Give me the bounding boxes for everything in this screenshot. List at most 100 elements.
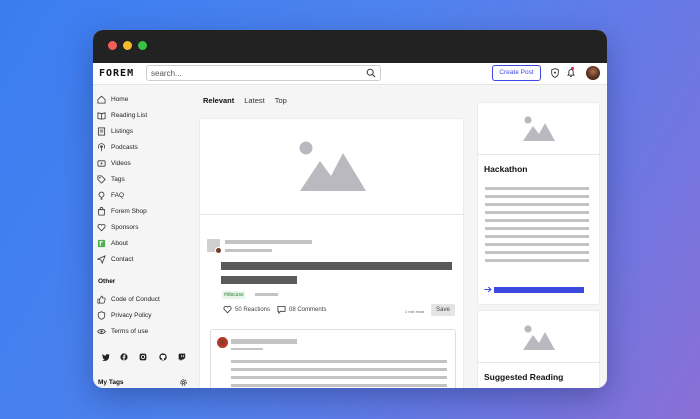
post-date-placeholder [225,249,272,252]
video-icon [97,159,106,167]
sidebar-item-reading-list[interactable]: Reading List [97,109,192,121]
gear-icon[interactable] [179,378,188,387]
sidebar-item-listings[interactable]: Listings [97,125,192,137]
github-icon[interactable] [159,353,167,361]
suggested-reading-image [478,311,599,363]
sidebar-item-label: Podcasts [111,143,138,151]
hackathon-card[interactable]: Hackathon [477,102,600,305]
image-placeholder-icon [523,116,555,141]
post-title-line-2[interactable] [221,276,297,284]
book-icon [97,111,106,120]
arrow-right-icon[interactable] [484,286,492,293]
sidebar-item-label: Contact [111,255,134,263]
card-text-line [485,203,589,206]
card-text-line [485,219,589,222]
sidebar-item-code-of-conduct[interactable]: Code of Conduct [97,293,192,305]
post-tag-placeholder [255,293,278,296]
search-input[interactable] [151,67,351,79]
sidebar-item-label: FAQ [111,191,125,199]
sidebar-item-home[interactable]: Home [97,93,192,105]
hackathon-link[interactable] [494,287,584,293]
post-cover-image[interactable] [200,119,463,215]
comment-text-line [231,376,447,379]
send-icon [97,254,106,264]
sidebar-item-tags[interactable]: Tags [97,173,192,185]
heart-icon [223,305,232,314]
comment-preview[interactable] [210,329,456,388]
instagram-icon[interactable] [139,353,147,361]
create-post-button[interactable]: Create Post [492,65,541,81]
left-sidebar: Home Reading List Listings Podcasts Vide… [93,85,193,388]
shield-icon [97,310,106,320]
comment-text-line [231,384,447,387]
feed-tabs: Relevant Latest Top [203,96,297,105]
tab-top[interactable]: Top [275,96,287,105]
minimize-window-button[interactable] [123,41,132,50]
twitter-icon[interactable] [102,353,110,361]
close-window-button[interactable] [108,41,117,50]
twitch-icon[interactable] [178,353,186,361]
sidebar-item-terms-of-use[interactable]: Terms of use [97,325,192,337]
sidebar-item-forem-shop[interactable]: Forem Shop [97,205,192,217]
author-avatar[interactable] [215,247,222,254]
search-box[interactable] [146,65,381,81]
podcast-icon [97,142,106,151]
post-title-line-1[interactable] [221,262,452,270]
search-icon[interactable] [366,68,376,78]
card-text-line [485,187,589,190]
facebook-icon[interactable] [120,353,128,361]
tab-latest[interactable]: Latest [244,96,264,105]
hackathon-image [478,103,599,155]
sidebar-item-label: Reading List [111,111,148,119]
forem-icon [97,239,106,247]
suggested-reading-card[interactable]: Suggested Reading [477,310,600,388]
forem-logo[interactable]: FOREM [99,68,134,79]
save-button[interactable]: Save [431,304,455,316]
sidebar-item-label: Listings [111,127,134,135]
comment-text-line [231,360,447,363]
read-time: 1 min read [405,309,424,314]
sidebar-item-label: Forem Shop [111,207,147,215]
shop-icon [97,206,106,216]
suggested-reading-title[interactable]: Suggested Reading [484,372,563,382]
site-header: FOREM Create Post [93,63,607,85]
sidebar-item-sponsors[interactable]: Sponsors [97,221,192,233]
maximize-window-button[interactable] [138,41,147,50]
thumbs-up-icon [97,295,106,303]
post-tag[interactable]: #discuss [222,291,246,299]
comments-count: 08 Comments [289,306,327,313]
eye-icon [97,328,106,334]
comments-link[interactable]: 08 Comments [277,305,326,314]
user-avatar[interactable] [586,66,600,80]
lightbulb-icon [98,191,105,200]
sidebar-item-privacy-policy[interactable]: Privacy Policy [97,309,192,321]
reactions-count: 50 Reactions [235,306,271,313]
listings-icon [97,126,106,136]
sidebar-item-label: About [111,239,128,247]
sidebar-item-label: Tags [111,175,125,183]
other-heading: Other [98,278,116,285]
commenter-avatar[interactable] [217,337,228,348]
post-card[interactable]: #discuss 50 Reactions 08 Comments 1 min … [199,118,464,388]
tab-relevant[interactable]: Relevant [203,96,234,105]
tag-icon [97,174,106,184]
card-text-line [485,235,589,238]
comment-date-placeholder [231,348,263,350]
card-text-line [485,227,589,230]
sidebar-item-label: Code of Conduct [111,295,160,303]
image-placeholder-icon [299,141,366,191]
reactions-link[interactable]: 50 Reactions [223,305,270,314]
notification-badge [571,67,574,70]
window-titlebar [93,30,607,63]
image-placeholder-icon [523,325,555,350]
card-text-line [485,251,589,254]
sidebar-item-contact[interactable]: Contact [97,253,192,265]
sidebar-item-faq[interactable]: FAQ [97,189,192,201]
sidebar-item-videos[interactable]: Videos [97,157,192,169]
sidebar-item-podcasts[interactable]: Podcasts [97,141,192,153]
sidebar-item-label: Videos [111,159,131,167]
shield-icon[interactable] [551,68,559,78]
hackathon-title[interactable]: Hackathon [484,164,527,174]
my-tags-heading: My Tags [98,379,124,386]
sidebar-item-about[interactable]: About [97,237,192,249]
